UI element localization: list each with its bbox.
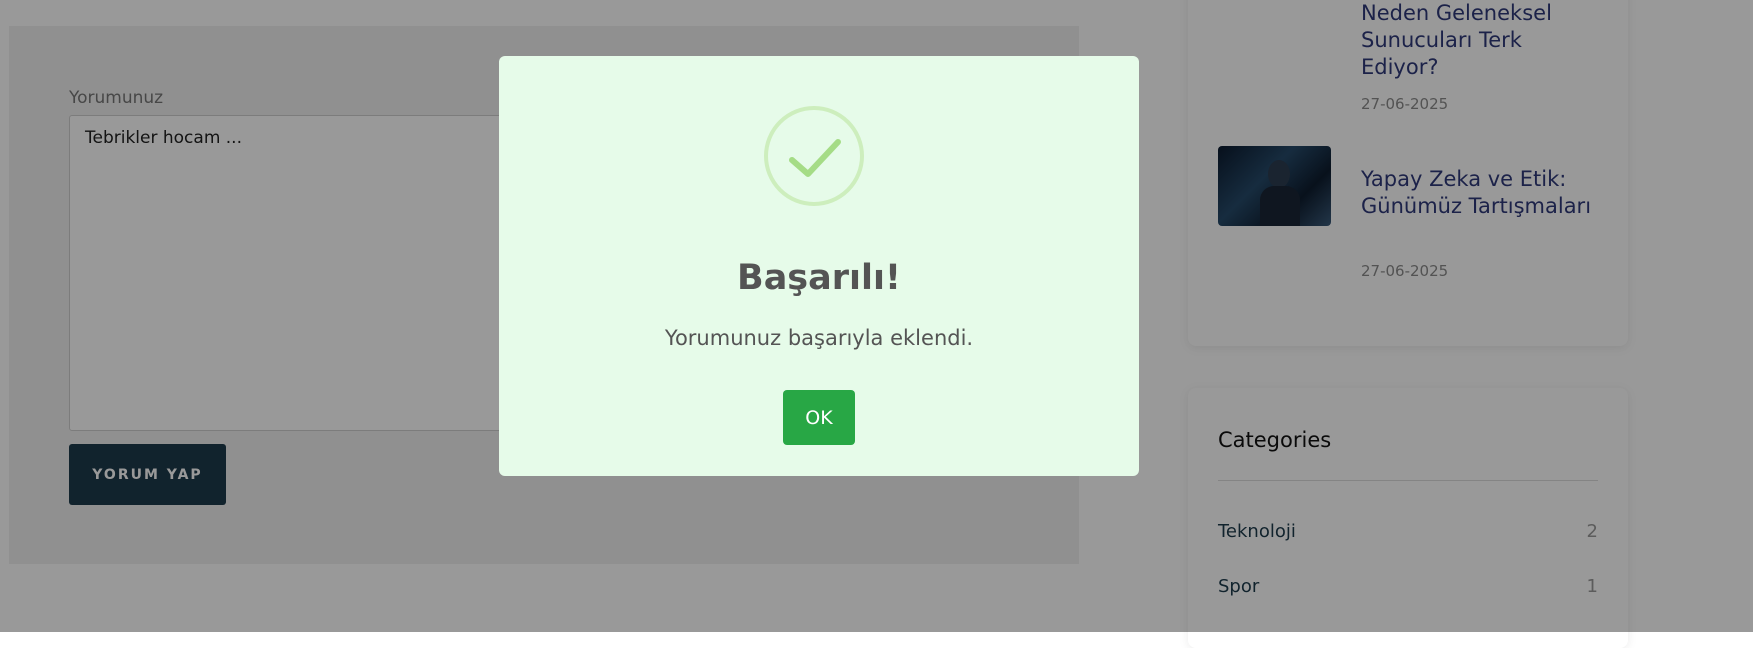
ok-button[interactable]: OK	[783, 390, 855, 445]
success-modal: Başarılı! Yorumunuz başarıyla eklendi. O…	[499, 56, 1139, 476]
success-check-icon	[764, 106, 864, 206]
modal-title: Başarılı!	[737, 258, 901, 298]
modal-message: Yorumunuz başarıyla eklendi.	[664, 326, 974, 350]
